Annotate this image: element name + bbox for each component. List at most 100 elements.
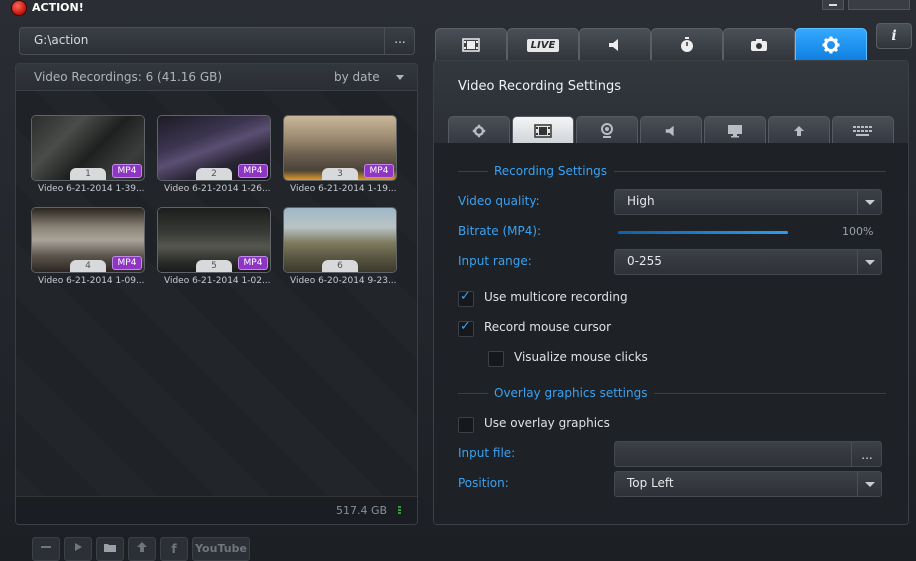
upload-icon — [137, 542, 147, 552]
subtab-general[interactable] — [448, 116, 510, 144]
recordings-footer: 517.4 GB — [16, 496, 417, 524]
mouse-clicks-label: Visualize mouse clicks — [514, 350, 648, 364]
position-label: Position: — [458, 476, 509, 490]
chevron-down-icon[interactable] — [857, 472, 882, 496]
settings-panel: Video Recording Settings Recording Setti… — [433, 60, 909, 525]
position-dropdown[interactable]: Top Left — [614, 471, 882, 497]
monitor-icon — [728, 124, 742, 137]
input-range-label: Input range: — [458, 254, 532, 268]
multicore-checkbox[interactable]: ✓ — [458, 289, 474, 307]
browse-folder-button[interactable]: ... — [384, 28, 415, 54]
folder-icon — [104, 544, 116, 552]
keyboard-icon — [853, 125, 872, 136]
gear-icon — [822, 36, 840, 54]
recordings-folder-field[interactable]: G:\action ... — [19, 27, 415, 55]
recording-thumbnail[interactable]: 2 MP4 — [157, 115, 271, 181]
chevron-down-icon[interactable] — [857, 190, 882, 214]
format-badge: MP4 — [112, 256, 142, 270]
recordings-count: Video Recordings: 6 (41.16 GB) — [34, 70, 223, 84]
subtab-webcam[interactable] — [576, 116, 638, 144]
section-overlay-settings: Overlay graphics settings — [494, 386, 648, 400]
tab-live[interactable]: LIVE — [507, 28, 579, 61]
subtab-audio[interactable] — [640, 116, 702, 144]
input-range-dropdown[interactable]: 0-255 — [614, 249, 882, 275]
format-badge: MP4 — [112, 164, 142, 178]
multicore-label: Use multicore recording — [484, 290, 628, 304]
mouse-cursor-checkbox[interactable]: ✓ — [458, 319, 474, 337]
recording-title: Video 6-21-2014 1-09... — [38, 276, 145, 286]
upload-button[interactable] — [128, 537, 156, 561]
tab-settings[interactable] — [795, 28, 867, 61]
camera-icon — [751, 39, 767, 51]
recording-thumbnail[interactable]: 3 MP4 — [283, 115, 397, 181]
settings-header: Video Recording Settings — [434, 61, 908, 144]
recording-title: Video 6-21-2014 1-02... — [164, 276, 271, 286]
subtab-upload[interactable] — [768, 116, 830, 144]
section-recording-settings: Recording Settings — [494, 164, 608, 178]
recording-title: Video 6-21-2014 1-19... — [290, 184, 397, 194]
tab-screenshot[interactable] — [723, 28, 795, 61]
facebook-button[interactable]: f — [160, 537, 188, 561]
mouse-cursor-label: Record mouse cursor — [484, 320, 612, 334]
gear-icon — [472, 124, 486, 137]
film-icon — [534, 123, 552, 138]
browse-file-button[interactable]: ... — [851, 442, 882, 466]
divider — [654, 393, 886, 394]
info-button[interactable]: i — [876, 23, 912, 49]
subtab-hotkeys[interactable] — [832, 116, 894, 144]
recording-thumbnail[interactable]: 5 MP4 — [157, 207, 271, 273]
chevron-down-icon[interactable] — [396, 75, 404, 80]
tab-audio[interactable] — [579, 28, 651, 61]
divider — [458, 393, 488, 394]
format-badge: MP4 — [238, 256, 268, 270]
chevron-down-icon[interactable] — [857, 250, 882, 274]
recording-title: Video 6-21-2014 1-26... — [164, 184, 271, 194]
divider — [458, 171, 488, 172]
live-icon: LIVE — [526, 38, 560, 52]
recordings-folder-path: G:\action — [34, 33, 89, 47]
format-badge: MP4 — [238, 164, 268, 178]
disk-space-indicator — [398, 506, 401, 515]
recordings-header: Video Recordings: 6 (41.16 GB) by date — [16, 64, 417, 91]
close-button[interactable] — [848, 0, 910, 10]
tab-video[interactable] — [435, 28, 507, 61]
upload-icon — [794, 125, 804, 136]
page-title: Video Recording Settings — [458, 79, 622, 94]
tab-benchmark[interactable] — [651, 28, 723, 61]
bitrate-slider-fill — [618, 231, 788, 234]
recording-thumbnail[interactable]: 4 MP4 — [31, 207, 145, 273]
subtab-display[interactable] — [704, 116, 766, 144]
sort-dropdown[interactable]: by date — [334, 70, 380, 84]
recording-thumbnail[interactable]: 1 MP4 — [31, 115, 145, 181]
bitrate-slider[interactable] — [618, 231, 788, 234]
thumbnail-number: 6 — [322, 260, 358, 272]
film-icon — [462, 38, 480, 52]
delete-button[interactable] — [32, 537, 60, 561]
divider — [614, 171, 886, 172]
recording-thumbnail[interactable]: 6 — [283, 207, 397, 273]
thumbnail-number: 2 — [196, 168, 232, 180]
overlay-checkbox[interactable] — [458, 417, 474, 433]
speaker-icon — [665, 125, 674, 136]
thumbnail-number: 5 — [196, 260, 232, 272]
overlay-label: Use overlay graphics — [484, 416, 610, 430]
play-button[interactable] — [64, 537, 92, 561]
input-range-value: 0-255 — [627, 254, 662, 268]
minimize-button[interactable] — [822, 0, 844, 10]
video-quality-label: Video quality: — [458, 194, 540, 208]
minus-icon — [41, 546, 51, 548]
open-folder-button[interactable] — [96, 537, 124, 561]
youtube-button[interactable]: YouTube — [192, 537, 250, 561]
subtab-video-recording[interactable] — [512, 116, 574, 144]
input-file-field[interactable]: ... — [614, 441, 882, 467]
position-value: Top Left — [627, 476, 674, 490]
input-file-label: Input file: — [458, 446, 516, 460]
settings-body: Recording Settings Video quality: High B… — [434, 143, 908, 524]
mouse-clicks-checkbox[interactable] — [488, 351, 504, 367]
play-icon — [75, 543, 82, 551]
thumbnail-number: 1 — [70, 168, 106, 180]
video-quality-dropdown[interactable]: High — [614, 189, 882, 215]
bitrate-value: 100% — [842, 225, 874, 238]
recordings-panel: Video Recordings: 6 (41.16 GB) by date 1… — [15, 63, 418, 525]
bitrate-label: Bitrate (MP4): — [458, 224, 542, 238]
